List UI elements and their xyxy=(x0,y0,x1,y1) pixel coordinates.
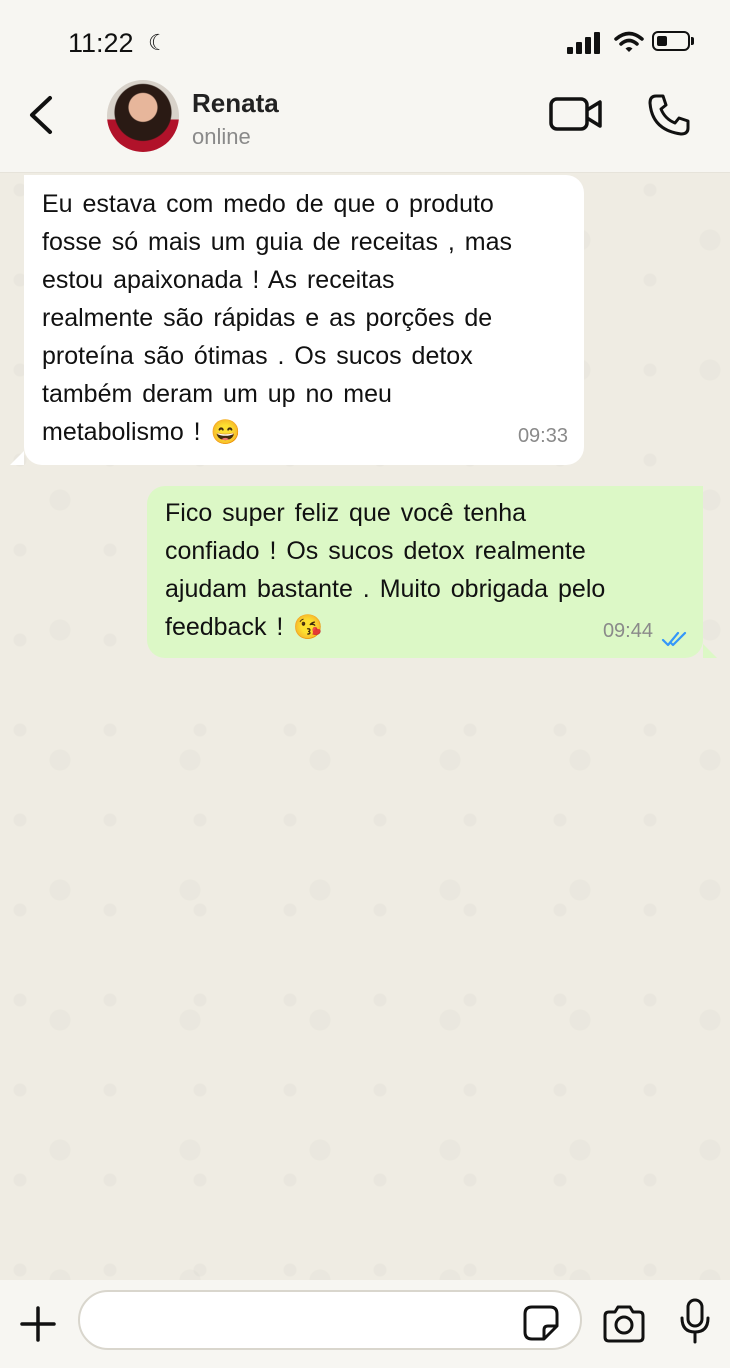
contact-name[interactable]: Renata xyxy=(192,88,279,119)
battery-level xyxy=(657,36,667,46)
message-time: 09:44 xyxy=(602,620,653,642)
status-time: 11:22 xyxy=(68,28,134,58)
kiss-emoji: 😘 xyxy=(293,614,324,641)
input-bar xyxy=(0,1280,730,1368)
phone-icon[interactable] xyxy=(646,92,692,138)
battery-icon xyxy=(652,31,690,51)
message-text: Fico super feliz que você tenha confiado… xyxy=(165,499,606,641)
status-bar: 11:22 ☾ xyxy=(0,0,730,80)
moon-icon: ☾ xyxy=(148,30,168,55)
message-input[interactable] xyxy=(78,1290,582,1350)
video-camera-icon[interactable] xyxy=(548,94,604,134)
grinning-emoji: 😄 xyxy=(210,419,241,446)
message-outgoing[interactable]: Fico super feliz que você tenha confiado… xyxy=(147,486,717,658)
camera-icon[interactable] xyxy=(601,1304,647,1344)
wifi-icon xyxy=(614,31,644,52)
plus-icon[interactable] xyxy=(18,1304,58,1344)
message-incoming[interactable]: Eu estava com medo de que o produto foss… xyxy=(10,175,584,465)
bubble-tail xyxy=(703,644,717,658)
microphone-icon[interactable] xyxy=(678,1298,712,1346)
signal-icon xyxy=(567,30,601,54)
chevron-left-icon[interactable] xyxy=(22,92,62,138)
sticker-icon[interactable] xyxy=(522,1304,560,1342)
battery-tip xyxy=(691,37,694,45)
bubble-tail xyxy=(10,451,24,465)
avatar[interactable] xyxy=(107,80,179,152)
message-text: Eu estava com medo de que o produto foss… xyxy=(42,190,513,446)
chat-header: Renata online xyxy=(0,80,730,173)
double-check-icon xyxy=(661,631,687,647)
contact-status: online xyxy=(192,124,251,149)
message-time: 09:33 xyxy=(517,425,568,447)
